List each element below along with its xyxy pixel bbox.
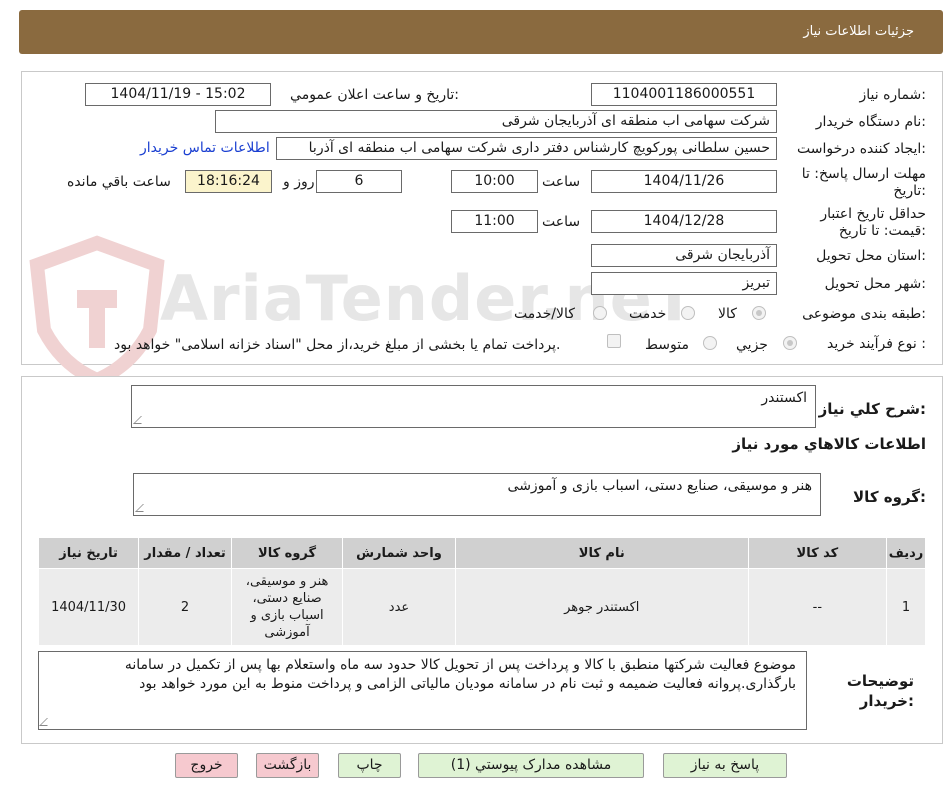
table-row: 1 -- اکستندر جوهر عدد هنر و موسیقی، صنای… — [37, 568, 926, 646]
goods-group-label: گروه کالا: — [853, 488, 926, 506]
cell-unit: عدد — [342, 568, 456, 646]
deadline-label: مهلت ارسال پاسخ: تا — [801, 166, 926, 182]
buyer-notes-label-2: خريدار: — [859, 692, 914, 710]
process-minor-label: جزيي — [736, 337, 768, 353]
treasury-note: پرداخت تمام يا بخشی از مبلغ خريد،از محل … — [114, 337, 561, 353]
cell-row: 1 — [886, 568, 926, 646]
announce-label: تاریخ و ساعت اعلان عمومي: — [290, 87, 459, 103]
goods-group-text: هنر و موسیقی، صنایع دستی، اسباب بازی و آ… — [507, 478, 812, 494]
process-minor-radio[interactable] — [783, 336, 797, 350]
category-goods-radio[interactable] — [752, 306, 766, 320]
need-number-field: 1104001186000551 — [591, 83, 777, 106]
cell-group: هنر و موسیقی، صنایع دستی، اسباب بازی و آ… — [230, 568, 344, 646]
reply-button[interactable]: پاسخ به نياز — [663, 753, 787, 778]
deadline-time-field: 10:00 — [451, 170, 538, 193]
general-description-text: اکستندر — [761, 390, 807, 406]
buyer-notes-text: موضوع فعالیت شرکتها منطبق با کالا و پردا… — [124, 657, 796, 692]
col-name-header: نام کالا — [454, 537, 749, 569]
col-qty-header: تعداد / مقدار — [138, 537, 232, 569]
col-date-header: تاريخ نياز — [37, 537, 140, 569]
page-title: جزئیات اطلاعات نیاز — [803, 24, 914, 39]
deadline-date-field: 1404/11/26 — [591, 170, 777, 193]
city-field: تبریز — [591, 272, 777, 295]
items-table: رديف کد کالا نام کالا واحد شمارش گروه کا… — [37, 537, 926, 646]
exit-button[interactable]: خروج — [175, 753, 238, 778]
category-goods-label: کالا — [718, 306, 737, 322]
creator-label: ايجاد کننده درخواست: — [797, 141, 926, 157]
validity-date-field: 1404/12/28 — [591, 210, 777, 233]
cell-code: -- — [747, 568, 888, 646]
watermark-logo — [22, 235, 172, 388]
validity-time-label: ساعت — [542, 214, 581, 230]
buyer-contact-link[interactable]: اطلاعات تماس خريدار — [140, 140, 270, 156]
category-goods-service-radio[interactable] — [593, 306, 607, 320]
province-field: آذربایجان شرقی — [591, 244, 777, 267]
col-code-header: کد کالا — [747, 537, 888, 569]
table-header-row: رديف کد کالا نام کالا واحد شمارش گروه کا… — [37, 537, 926, 569]
validity-label-2: قيمت: تا تاريخ: — [838, 223, 926, 239]
province-label: استان محل تحويل: — [816, 248, 926, 264]
days-label: روز و — [283, 174, 315, 190]
validity-time-field: 11:00 — [451, 210, 538, 233]
process-medium-label: متوسط — [645, 337, 689, 353]
treasury-checkbox[interactable] — [607, 334, 621, 348]
deadline-label-2: تاريخ: — [893, 183, 926, 199]
cell-name: اکستندر جوهر — [454, 568, 749, 646]
cell-qty: 2 — [138, 568, 232, 646]
buyer-org-label: نام دستگاه خريدار: — [815, 114, 926, 130]
category-label: طبقه بندی موضوعی: — [802, 306, 926, 322]
cell-date: 1404/11/30 — [37, 568, 140, 646]
back-button[interactable]: بازگشت — [256, 753, 319, 778]
category-goods-service-label: کالا/خدمت — [514, 306, 575, 322]
general-description-field: اکستندر — [131, 385, 816, 428]
goods-info-title: اطلاعات کالاهاي مورد نياز — [732, 435, 926, 453]
col-group-header: گروه کالا — [230, 537, 344, 569]
buyer-notes-label: توضيحات — [846, 672, 914, 690]
remaining-label: ساعت باقي مانده — [67, 174, 171, 190]
creator-field: حسین سلطانی پورکویچ کارشناس دفتر داری شر… — [276, 137, 777, 160]
days-field: 6 — [316, 170, 402, 193]
view-attachments-button[interactable]: مشاهده مدارک پيوستي (1) — [418, 753, 644, 778]
announce-field: 1404/11/19 - 15:02 — [85, 83, 271, 106]
buyer-notes-field: موضوع فعالیت شرکتها منطبق با کالا و پردا… — [38, 651, 807, 730]
process-medium-radio[interactable] — [703, 336, 717, 350]
validity-label: حداقل تاريخ اعتبار — [820, 206, 926, 222]
col-unit-header: واحد شمارش — [342, 537, 456, 569]
deadline-time-label: ساعت — [542, 174, 581, 190]
general-description-label: شرح کلي نياز: — [818, 400, 926, 418]
buyer-org-field: شرکت سهامی اب منطقه ای آذربایجان شرقی — [215, 110, 777, 133]
category-service-label: خدمت — [629, 306, 667, 322]
process-label: نوع فرآيند خريد : — [827, 336, 926, 352]
need-number-label: شماره نیاز: — [859, 87, 926, 103]
col-row-header: رديف — [886, 537, 926, 569]
goods-group-field: هنر و موسیقی، صنایع دستی، اسباب بازی و آ… — [133, 473, 821, 516]
category-service-radio[interactable] — [681, 306, 695, 320]
print-button[interactable]: چاپ — [338, 753, 401, 778]
remaining-time-field: 18:16:24 — [185, 170, 272, 193]
city-label: شهر محل تحويل: — [824, 276, 926, 292]
